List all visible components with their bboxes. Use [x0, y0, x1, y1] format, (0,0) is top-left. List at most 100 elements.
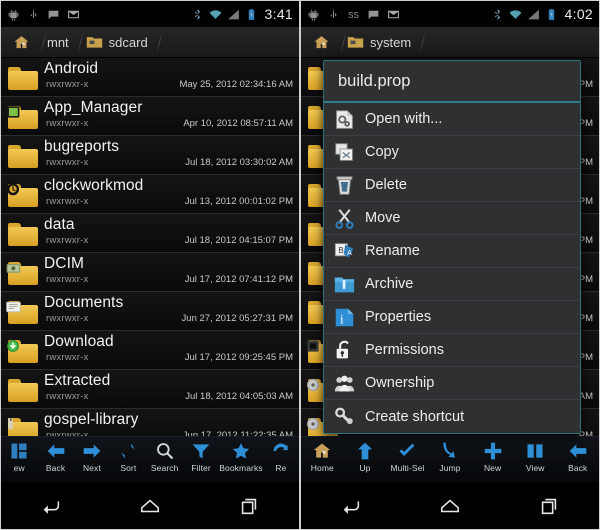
bluetooth-icon — [194, 8, 200, 20]
toolbar-button-new[interactable]: New — [471, 437, 514, 483]
table-row[interactable]: DCIM rwxrwxr-x Jul 17, 2012 07:41:12 PM — [1, 253, 299, 292]
file-permissions: rwxrwxr-x — [46, 391, 89, 402]
context-menu-item-permissions[interactable]: Permissions — [324, 334, 580, 367]
file-name: Android — [44, 60, 99, 77]
file-icon — [6, 257, 42, 287]
file-icon — [6, 218, 42, 248]
breadcrumb-item-sdcard[interactable]: sdcard — [80, 27, 159, 58]
left-status-notification-icons — [7, 8, 80, 21]
context-menu-item-label: Properties — [365, 309, 432, 325]
context-menu-item-create-shortcut[interactable]: Create shortcut — [324, 400, 580, 433]
nav-home-button[interactable] — [427, 490, 473, 522]
table-row[interactable]: App_Manager rwxrwxr-x Apr 10, 2012 08:57:1… — [1, 97, 299, 136]
table-row[interactable]: clockworkmod rwxrwxr-x Jul 13, 2012 00:01:… — [1, 175, 299, 214]
file-icon — [6, 140, 42, 170]
file-date: Jul 18, 2012 04:05:03 AM — [185, 391, 293, 402]
toolbar-button-home[interactable]: Home — [301, 437, 344, 483]
context-menu-item-open-with[interactable]: Open with... — [324, 103, 580, 136]
clock-badge-icon — [7, 183, 19, 196]
trash-icon — [336, 175, 353, 195]
toolbar-button-sort[interactable]: Sort — [110, 437, 146, 483]
toolbar-button-back[interactable]: Back — [556, 437, 599, 483]
table-row[interactable]: bugreports rwxrwxr-x Jul 18, 2012 03:30:02… — [1, 136, 299, 175]
toolbar-button-jump[interactable]: Jump — [429, 437, 472, 483]
jump-arrow-icon — [443, 442, 456, 458]
right-status-bar: SS 4:02 — [301, 1, 599, 27]
context-menu-item-properties[interactable]: i Properties — [324, 301, 580, 334]
nav-back-button[interactable] — [28, 490, 74, 522]
file-date: Jul 18, 2012 04:15:07 PM — [184, 235, 293, 246]
nav-recents-button[interactable] — [226, 490, 272, 522]
table-row[interactable]: Download rwxrwxr-x Jul 17, 2012 09:25:45 P… — [1, 331, 299, 370]
right-android-navbar — [301, 482, 599, 529]
context-menu-item-delete[interactable]: Delete — [324, 169, 580, 202]
right-app-toolbar[interactable]: Home Up Multi-Sel Jump New View Back — [301, 436, 599, 482]
breadcrumb-home[interactable] — [7, 27, 41, 58]
table-row[interactable]: Android rwxrwxr-x May 25, 2012 02:34:16 AM — [1, 58, 299, 97]
context-menu-item-move[interactable]: Move — [324, 202, 580, 235]
file-permissions: rwxrwxr-x — [46, 157, 89, 168]
toolbar-button-bookmarks[interactable]: Bookmarks — [219, 437, 263, 483]
toolbar-button-next[interactable]: Next — [74, 437, 110, 483]
toolbar-button-label: Search — [150, 463, 179, 473]
context-menu-item-archive[interactable]: Archive — [324, 268, 580, 301]
breadcrumb-home[interactable] — [307, 27, 341, 58]
left-status-clock: 3:41 — [264, 6, 293, 22]
bluetooth-icon — [494, 8, 500, 20]
context-menu-item-copy[interactable]: Copy — [324, 136, 580, 169]
left-app-toolbar[interactable]: ew Back Next Sort Search Filter Bookmarks Re — [1, 436, 299, 482]
toolbar-button-re[interactable]: Re — [263, 437, 299, 483]
home-nav-icon — [440, 498, 460, 512]
file-icon — [6, 374, 42, 404]
file-date: Jul 13, 2012 00:01:02 PM — [184, 196, 293, 207]
nav-home-button[interactable] — [127, 490, 173, 522]
toolbar-button-multi-sel[interactable]: Multi-Sel — [386, 437, 429, 483]
left-android-navbar — [1, 482, 299, 529]
file-name: Download — [44, 333, 114, 350]
context-menu-item-rename[interactable]: B A Rename — [324, 235, 580, 268]
context-menu-item-ownership[interactable]: Ownership — [324, 367, 580, 400]
table-row[interactable]: Documents rwxrwxr-x Jun 27, 2012 05:27:31 … — [1, 292, 299, 331]
nav-back-button[interactable] — [328, 490, 374, 522]
disc-badge-icon — [306, 378, 320, 392]
users-icon — [334, 375, 355, 391]
file-name: Documents — [44, 294, 124, 311]
disc-badge-icon — [306, 417, 320, 431]
file-icon — [6, 335, 42, 365]
context-menu[interactable]: build.prop Open with... Copy Delete Move B A R… — [323, 60, 581, 434]
android-debug-icon — [8, 9, 19, 20]
svg-text:B: B — [338, 245, 343, 254]
sms-icon — [368, 10, 379, 19]
toolbar-button-view[interactable]: View — [514, 437, 557, 483]
toolbar-button-up[interactable]: Up — [344, 437, 387, 483]
usb-icon — [30, 8, 37, 18]
toolbar-button-ew[interactable]: ew — [1, 437, 37, 483]
nav-recents-button[interactable] — [526, 490, 572, 522]
wifi-icon — [509, 9, 522, 19]
toolbar-button-label: Jump — [439, 463, 461, 473]
toolbar-button-back[interactable]: Back — [37, 437, 73, 483]
table-row[interactable]: Extracted rwxrwxr-x Jul 18, 2012 04:05:03 … — [1, 370, 299, 409]
right-status-clock: 4:02 — [564, 6, 593, 22]
toolbar-button-label: New — [483, 463, 502, 473]
left-file-list[interactable]: Android rwxrwxr-x May 25, 2012 02:34:16 AM… — [1, 58, 299, 448]
arrow-up-icon — [357, 442, 372, 460]
info-icon: i — [335, 308, 354, 326]
context-menu-item-label: Copy — [365, 144, 399, 160]
table-row[interactable]: data rwxrwxr-x Jul 18, 2012 04:15:07 PM — [1, 214, 299, 253]
breadcrumb-item-system[interactable]: system — [341, 27, 422, 58]
toolbar-button-search[interactable]: Search — [147, 437, 183, 483]
folder-icon — [8, 379, 38, 402]
folder-icon — [8, 223, 38, 246]
toolbar-button-filter[interactable]: Filter — [183, 437, 219, 483]
file-name: data — [44, 216, 75, 233]
home-icon — [313, 443, 331, 458]
file-permissions: rwxrwxr-x — [46, 313, 89, 324]
refresh-icon — [273, 443, 288, 451]
context-menu-item-label: Delete — [365, 177, 407, 193]
recents-nav-icon — [542, 498, 557, 514]
funnel-icon — [192, 444, 210, 459]
magnifier-icon — [156, 443, 173, 460]
breadcrumb-item-mnt[interactable]: mnt — [41, 27, 80, 58]
open-with-icon — [336, 109, 353, 129]
